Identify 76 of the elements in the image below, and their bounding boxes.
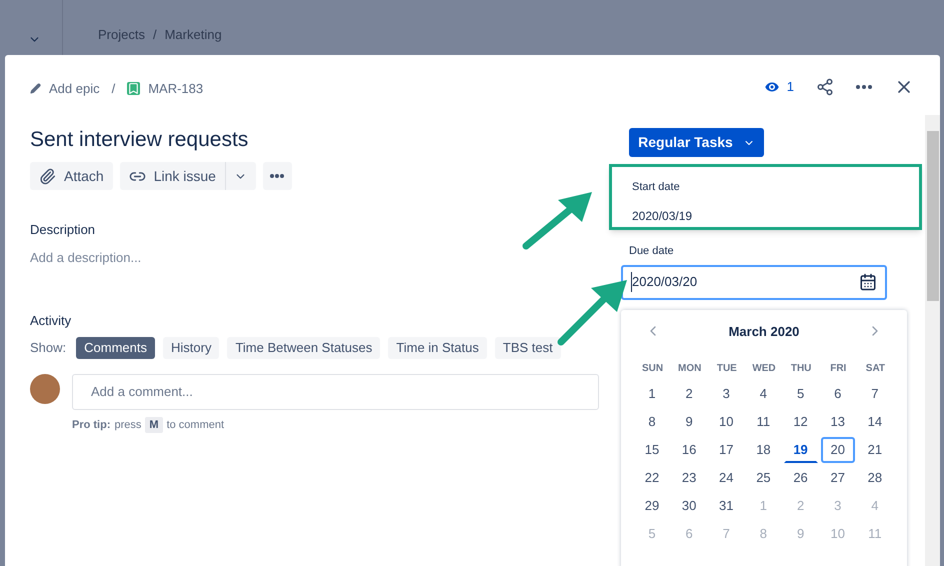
month-title: March 2020 (728, 322, 800, 340)
calendar-day[interactable]: 23 (672, 465, 706, 491)
due-date-label: Due date (629, 244, 675, 259)
calendar-day[interactable]: 5 (784, 381, 818, 407)
calendar-day[interactable]: 18 (746, 437, 780, 463)
breadcrumb-separator: / (112, 80, 116, 98)
due-date-field[interactable]: 2020/03/20 (621, 264, 887, 300)
avatar (30, 374, 60, 404)
issue-title[interactable]: Sent interview requests (30, 124, 599, 155)
calendar-day[interactable]: 21 (858, 437, 892, 463)
breadcrumb-separator: / (152, 26, 157, 44)
more-icon (270, 174, 284, 178)
calendar-day[interactable]: 24 (709, 465, 744, 491)
activity-tab[interactable]: Time Between Statuses (227, 336, 380, 358)
calendar-day[interactable]: 2 (672, 381, 706, 407)
calendar-day[interactable]: 3 (709, 381, 744, 407)
calendar-day[interactable]: 8 (635, 409, 669, 435)
show-label: Show: (30, 338, 66, 357)
calendar-day[interactable]: 9 (672, 409, 706, 435)
calendar-day[interactable]: 4 (746, 381, 780, 407)
calendar-day[interactable]: 13 (820, 409, 855, 435)
watcher-count: 1 (786, 78, 794, 96)
calendar-day[interactable]: 10 (709, 409, 744, 435)
calendar-day[interactable]: 28 (858, 465, 892, 491)
calendar-day[interactable]: 12 (784, 409, 818, 435)
pro-tip-text: press (114, 418, 142, 432)
calendar-day[interactable]: 7 (858, 381, 892, 407)
weekday-label: TUE (716, 362, 738, 376)
keyboard-key: M (145, 416, 163, 433)
more-icon[interactable] (856, 85, 872, 89)
calendar-day[interactable]: 30 (672, 493, 706, 519)
start-date-label: Start date (632, 180, 681, 195)
activity-label: Activity (30, 312, 72, 330)
activity-tab[interactable]: TBS test (494, 336, 561, 358)
calendar-day[interactable]: 31 (709, 493, 744, 519)
calendar-day[interactable]: 22 (635, 465, 669, 491)
attach-button[interactable]: Attach (30, 162, 113, 190)
weekday-label: FRI (829, 362, 848, 376)
weekday-label: SUN (641, 362, 664, 376)
description-label: Description (30, 221, 96, 239)
scrollbar[interactable] (925, 115, 940, 566)
weekday-label: WED (751, 362, 777, 376)
calendar-day[interactable]: 17 (709, 437, 744, 463)
calendar-day[interactable]: 11 (746, 409, 780, 435)
calendar-day[interactable]: 29 (635, 493, 669, 519)
calendar-day[interactable]: 19 (784, 437, 818, 463)
paperclip-icon (39, 168, 56, 184)
start-date-value[interactable]: 2020/03/19 (632, 206, 919, 224)
activity-tab[interactable]: Comments (76, 336, 155, 358)
calendar-day[interactable]: 15 (635, 437, 669, 463)
calendar-day[interactable]: 16 (672, 437, 706, 463)
calendar-day[interactable]: 14 (858, 409, 892, 435)
pro-tip-text: to comment (166, 418, 224, 432)
calendar-day[interactable]: 27 (820, 465, 855, 491)
status-button[interactable]: Regular Tasks (629, 128, 764, 157)
pro-tip-label: Pro tip: (72, 418, 110, 432)
activity-tab[interactable]: Time in Status (388, 336, 487, 358)
calendar-day[interactable]: 26 (784, 465, 818, 491)
comment-field[interactable]: Add a comment... (72, 374, 599, 410)
more-button[interactable] (262, 162, 292, 190)
add-epic-link[interactable]: Add epic (49, 79, 100, 98)
story-icon (127, 82, 140, 96)
share-icon[interactable] (816, 78, 834, 96)
calendar-day[interactable]: 20 (820, 437, 855, 463)
pencil-icon (30, 83, 41, 94)
activity-tab[interactable]: History (163, 336, 220, 358)
link-issue-button[interactable]: Link issue (120, 162, 226, 190)
weekday-label: MON (677, 362, 702, 376)
weekday-label: THU (790, 362, 812, 376)
calendar-day[interactable]: 6 (820, 381, 855, 407)
calendar-day[interactable]: 1 (635, 381, 669, 407)
weekday-label: SAT (864, 362, 886, 376)
calendar-day[interactable]: 25 (746, 465, 780, 491)
calendar-icon[interactable] (859, 273, 877, 291)
description-field[interactable]: Add a description... (30, 248, 599, 267)
issue-key-link[interactable]: MAR-183 (148, 79, 204, 98)
